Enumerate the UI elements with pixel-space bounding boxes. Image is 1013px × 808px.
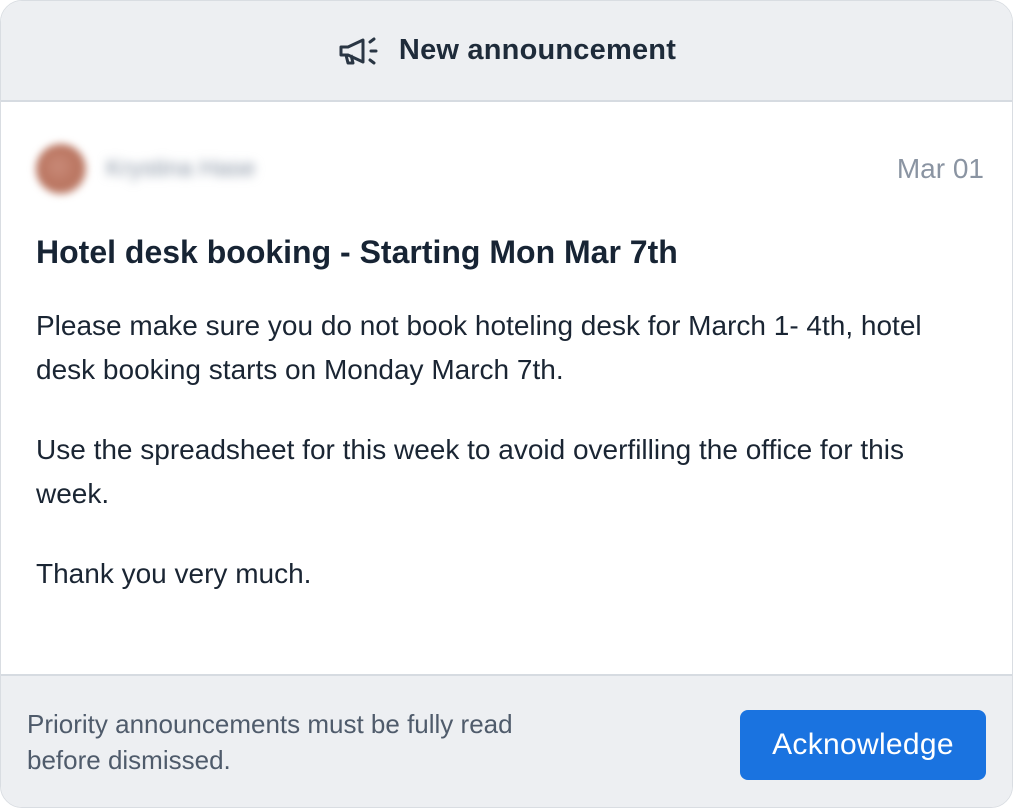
priority-note: Priority announcements must be fully rea…	[27, 709, 513, 775]
announcement-paragraph: Please make sure you do not book hotelin…	[36, 310, 922, 385]
avatar	[36, 144, 86, 194]
author-row: Krystina Hase Mar 01	[36, 142, 984, 196]
author-name: Krystina Hase	[106, 155, 256, 182]
dialog-footer: Priority announcements must be fully rea…	[1, 674, 1012, 807]
dialog-title: New announcement	[398, 34, 677, 66]
announcement-dialog: New announcement Krystina Hase Mar 01 Ho…	[0, 0, 1013, 808]
dialog-header: New announcement	[1, 1, 1012, 102]
megaphone-icon	[337, 36, 381, 66]
announcement-paragraph: Thank you very much.	[36, 558, 312, 589]
announcement-body: Krystina Hase Mar 01 Hotel desk booking …	[1, 102, 1012, 674]
post-date: Mar 01	[896, 153, 984, 184]
acknowledge-button[interactable]: Acknowledge	[740, 710, 986, 780]
announcement-title: Hotel desk booking - Starting Mon Mar 7t…	[36, 234, 678, 270]
announcement-paragraph: Use the spreadsheet for this week to avo…	[36, 434, 904, 509]
